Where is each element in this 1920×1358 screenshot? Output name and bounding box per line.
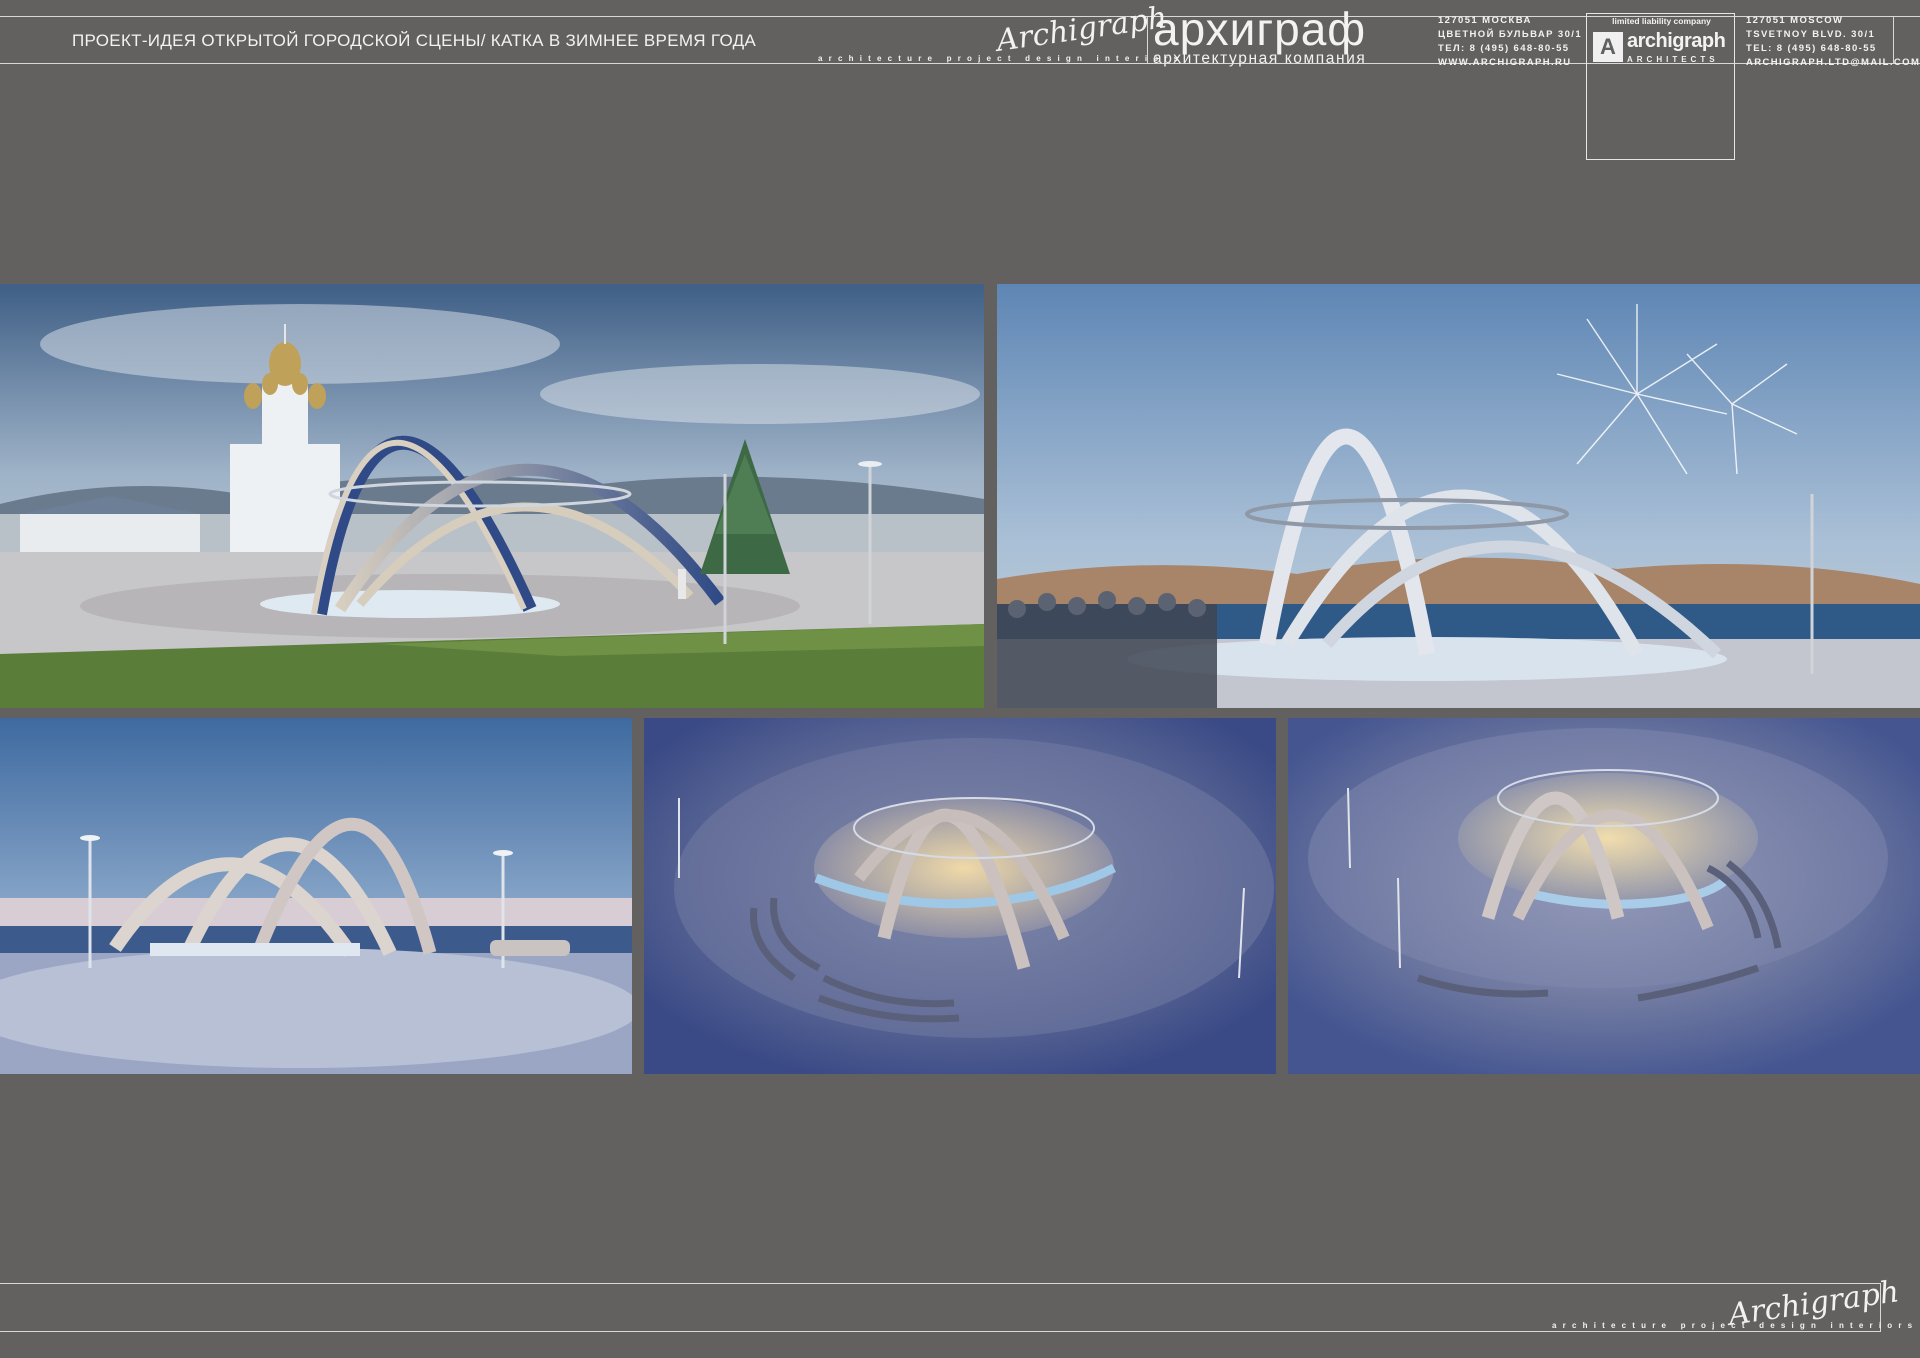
render-sea-fireworks xyxy=(997,284,1920,708)
render-aerial-left xyxy=(644,718,1276,1074)
page-title: ПРОЕКТ-ИДЕЯ ОТКРЫТОЙ ГОРОДСКОЙ СЦЕНЫ/ КА… xyxy=(72,31,757,50)
address-ru-line: ЦВЕТНОЙ БУЛЬВАР 30/1 xyxy=(1438,29,1583,40)
address-ru-line: 127051 МОСКВА xyxy=(1438,15,1532,26)
company-logo: limited liability company A archigraph A… xyxy=(1586,13,1735,160)
render-daytime-cathedral-image xyxy=(0,284,984,708)
header-signature: Archigraph xyxy=(994,0,1170,59)
logo-subtitle: ARCHITECTS xyxy=(1627,55,1719,64)
render-daytime-cathedral xyxy=(0,284,984,708)
footer-tagline: architecture project design interiors xyxy=(1552,1321,1919,1330)
address-en-line: ARCHIGRAPH.LTD@MAIL.COM xyxy=(1746,57,1920,68)
brand-name: архиграф xyxy=(1153,3,1367,55)
address-ru: 127051 МОСКВА ЦВЕТНОЙ БУЛЬВАР 30/1 ТЕЛ: … xyxy=(1438,14,1582,70)
logo-top-text: limited liability company xyxy=(1612,16,1711,26)
render-dusk-front-image xyxy=(0,718,632,1074)
address-en-line: TSVETNOY BLVD. 30/1 xyxy=(1746,29,1876,40)
footer-rule-top xyxy=(0,1283,1880,1284)
render-dusk-front xyxy=(0,718,632,1074)
render-aerial-right xyxy=(1288,718,1920,1074)
address-en: 127051 MOSCOW TSVETNOY BLVD. 30/1 TEL: 8… xyxy=(1746,14,1920,70)
header-tagline: architecture project design interiors xyxy=(818,54,1185,63)
address-ru-line: ТЕЛ: 8 (495) 648-80-55 xyxy=(1438,43,1570,54)
address-en-line: 127051 MOSCOW xyxy=(1746,15,1844,26)
render-aerial-right-image xyxy=(1288,718,1920,1074)
footer-rule-bottom xyxy=(0,1331,1880,1332)
brand-subtitle: архитектурная компания xyxy=(1153,50,1367,67)
render-aerial-left-image xyxy=(644,718,1276,1074)
logo-mark-icon: A xyxy=(1593,32,1623,62)
address-ru-line: WWW.ARCHIGRAPH.RU xyxy=(1438,57,1572,68)
logo-name: archigraph xyxy=(1627,30,1726,52)
render-sea-fireworks-image xyxy=(997,284,1920,708)
address-en-line: TEL: 8 (495) 648-80-55 xyxy=(1746,43,1877,54)
